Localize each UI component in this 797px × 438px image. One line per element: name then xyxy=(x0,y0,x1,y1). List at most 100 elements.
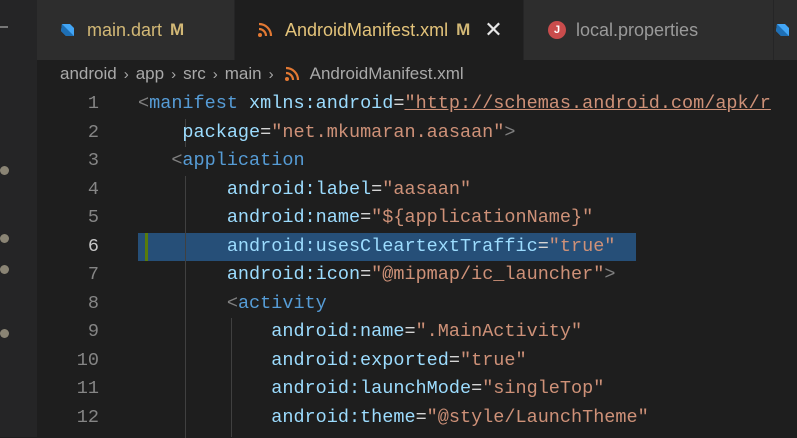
code-line[interactable]: 1 <manifest xmlns:android="http://schemas… xyxy=(37,90,797,119)
breadcrumb-item[interactable]: android xyxy=(60,64,117,84)
code-token-sp xyxy=(138,122,182,143)
line-number: 1 xyxy=(87,93,99,114)
line-number: 10 xyxy=(76,349,99,371)
code-token-str: ".MainActivity" xyxy=(415,321,583,342)
code-token-tag: application xyxy=(182,150,305,171)
code-token-attr: xmlns:android xyxy=(249,93,394,114)
line-number: 8 xyxy=(87,292,99,314)
modified-badge: M xyxy=(170,20,185,39)
code-token-tag: manifest xyxy=(149,93,238,114)
code-text: <manifest xmlns:android="http://schemas.… xyxy=(138,90,771,119)
code-text: android:launchMode="singleTop" xyxy=(138,375,604,404)
code-line[interactable]: 11 android:launchMode="singleTop" xyxy=(37,375,797,404)
code-text: android:name="${applicationName}" xyxy=(138,204,593,233)
code-line[interactable]: 2 package="net.mkumaran.aasaan"> xyxy=(37,119,797,148)
line-number: 9 xyxy=(87,321,99,342)
code-token-attr: package xyxy=(182,121,261,143)
code-token-eq: = xyxy=(260,121,272,143)
code-text: <application xyxy=(138,147,305,176)
breadcrumb-item[interactable]: src xyxy=(183,64,206,84)
code-token-sp xyxy=(138,179,227,200)
java-icon: J xyxy=(548,21,566,39)
strip-dot xyxy=(0,234,9,243)
rss-xml-icon xyxy=(284,66,299,81)
tab-label: main.dart xyxy=(87,19,163,40)
code-token-punc: < xyxy=(171,150,183,171)
line-number: 4 xyxy=(87,178,99,200)
code-token-sp xyxy=(138,293,227,314)
line-number: 12 xyxy=(76,406,99,428)
code-token-tag: activity xyxy=(237,292,327,314)
breadcrumb-item[interactable]: app xyxy=(136,64,164,84)
chevron-right-icon: › xyxy=(123,65,129,83)
code-token-eq: = xyxy=(360,207,372,228)
code-text: android:label="aasaan" xyxy=(138,176,471,205)
code-token-sp xyxy=(138,264,227,285)
chevron-right-icon: › xyxy=(268,65,274,83)
code-token-eq: = xyxy=(393,93,405,114)
code-text: android:exported="true" xyxy=(138,347,527,376)
code-token-eq: = xyxy=(404,321,416,342)
line-number: 3 xyxy=(87,150,99,171)
code-token-str: "true" xyxy=(548,235,616,257)
code-token-str: "@style/LaunchTheme" xyxy=(426,406,649,428)
line-number: 2 xyxy=(87,121,99,143)
close-icon[interactable]: ✕ xyxy=(484,19,502,41)
code-token-eq: = xyxy=(360,264,372,285)
tab-bar: main.dart M AndroidManifest.xml M ✕ J lo… xyxy=(37,0,797,60)
breadcrumb: android › app › src › main › AndroidMani… xyxy=(60,62,464,86)
strip-dot xyxy=(0,329,9,338)
code-token-sp xyxy=(138,236,227,257)
dart-icon xyxy=(776,24,789,36)
code-line[interactable]: 5 android:name="${applicationName}" xyxy=(37,204,797,233)
rss-xml-icon xyxy=(258,22,273,37)
code-token-eq: = xyxy=(471,378,483,399)
code-token-sp xyxy=(138,321,271,342)
code-text: android:theme="@style/LaunchTheme" xyxy=(138,404,649,433)
code-line[interactable]: 9 android:name=".MainActivity" xyxy=(37,318,797,347)
code-line[interactable]: 8 <activity xyxy=(37,290,797,319)
code-token-attr: android:icon xyxy=(226,264,361,285)
code-token-str: "@mipmap/ic_launcher" xyxy=(371,264,605,285)
code-token-punc: < xyxy=(226,292,238,314)
code-token-str: "true" xyxy=(459,349,527,371)
chevron-right-icon: › xyxy=(171,65,177,83)
line-number: 11 xyxy=(76,378,99,399)
code-token-sp xyxy=(138,378,271,399)
line-number: 7 xyxy=(87,264,99,285)
code-line[interactable]: 10 android:exported="true" xyxy=(37,347,797,376)
code-token-punc: < xyxy=(138,93,150,114)
code-token-sp xyxy=(138,150,171,171)
code-editor[interactable]: 1 <manifest xmlns:android="http://schemas… xyxy=(37,90,797,438)
strip-dot xyxy=(0,166,9,175)
tab-overflow[interactable] xyxy=(774,0,797,60)
line-number: 6 xyxy=(87,235,99,257)
code-text: android:icon="@mipmap/ic_launcher"> xyxy=(138,261,616,290)
tab-label: AndroidManifest.xml xyxy=(285,19,449,40)
code-line[interactable]: 12 android:theme="@style/LaunchTheme" xyxy=(37,404,797,433)
code-token-str: "net.mkumaran.aasaan" xyxy=(271,121,505,143)
code-line[interactable]: 3 <application xyxy=(37,147,797,176)
code-token-attr: android:exported xyxy=(271,349,449,371)
code-line[interactable]: 4 android:label="aasaan" xyxy=(37,176,797,205)
code-token-eq: = xyxy=(371,178,383,200)
tab-local-properties[interactable]: J local.properties xyxy=(524,0,774,60)
line-number: 5 xyxy=(87,207,99,228)
code-token-attr: android:name xyxy=(271,321,405,342)
code-text: <activity xyxy=(138,290,327,319)
code-text: android:usesCleartextTraffic="true" xyxy=(138,233,616,262)
tab-android-manifest[interactable]: AndroidManifest.xml M ✕ xyxy=(235,0,524,60)
code-token-str: "http://schemas.android.com/apk/r xyxy=(404,93,771,114)
modified-badge: M xyxy=(456,20,471,39)
breadcrumb-item[interactable]: AndroidManifest.xml xyxy=(310,64,464,84)
code-token-sp xyxy=(138,207,227,228)
code-token-attr: android:theme xyxy=(271,406,416,428)
breadcrumb-item[interactable]: main xyxy=(225,64,262,84)
tab-main-dart[interactable]: main.dart M xyxy=(37,0,235,60)
code-token-eq: = xyxy=(415,406,427,428)
code-token-attr: android:launchMode xyxy=(271,378,472,399)
code-line[interactable]: 6 android:usesCleartextTraffic="true" xyxy=(37,233,797,262)
strip-marker xyxy=(0,26,8,28)
code-line[interactable]: 7 android:icon="@mipmap/ic_launcher"> xyxy=(37,261,797,290)
code-token-str: "aasaan" xyxy=(382,178,472,200)
